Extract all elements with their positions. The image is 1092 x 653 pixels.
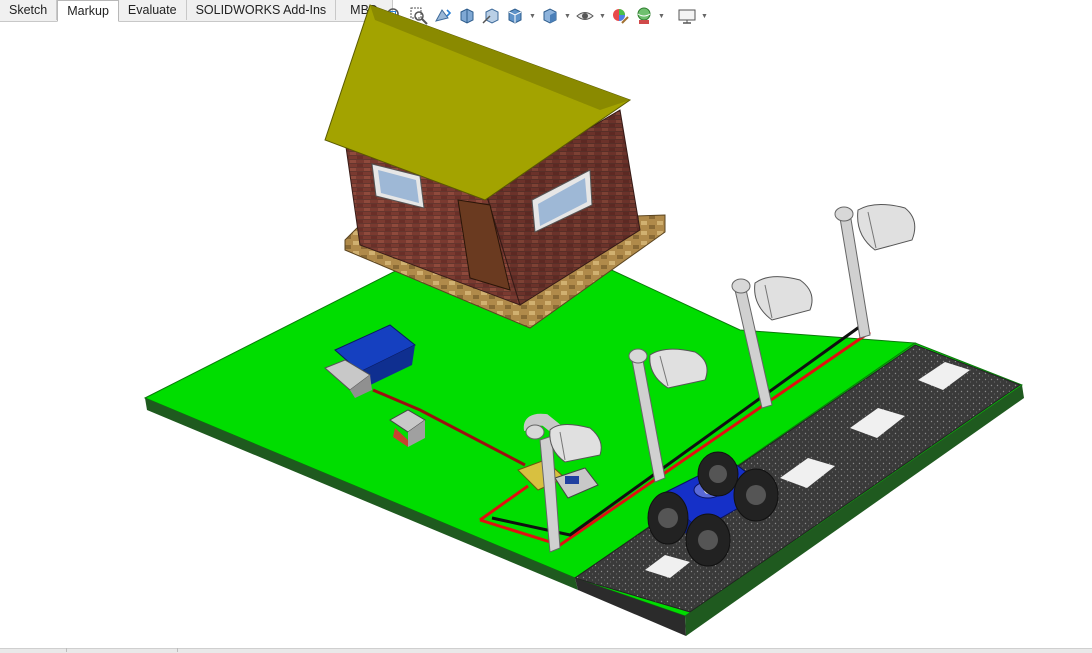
graphics-area-3d-model[interactable]: [0, 0, 1092, 648]
bottom-tab[interactable]: [67, 648, 178, 652]
bottom-tab[interactable]: [0, 648, 67, 652]
street-lamp-4: [834, 204, 916, 339]
